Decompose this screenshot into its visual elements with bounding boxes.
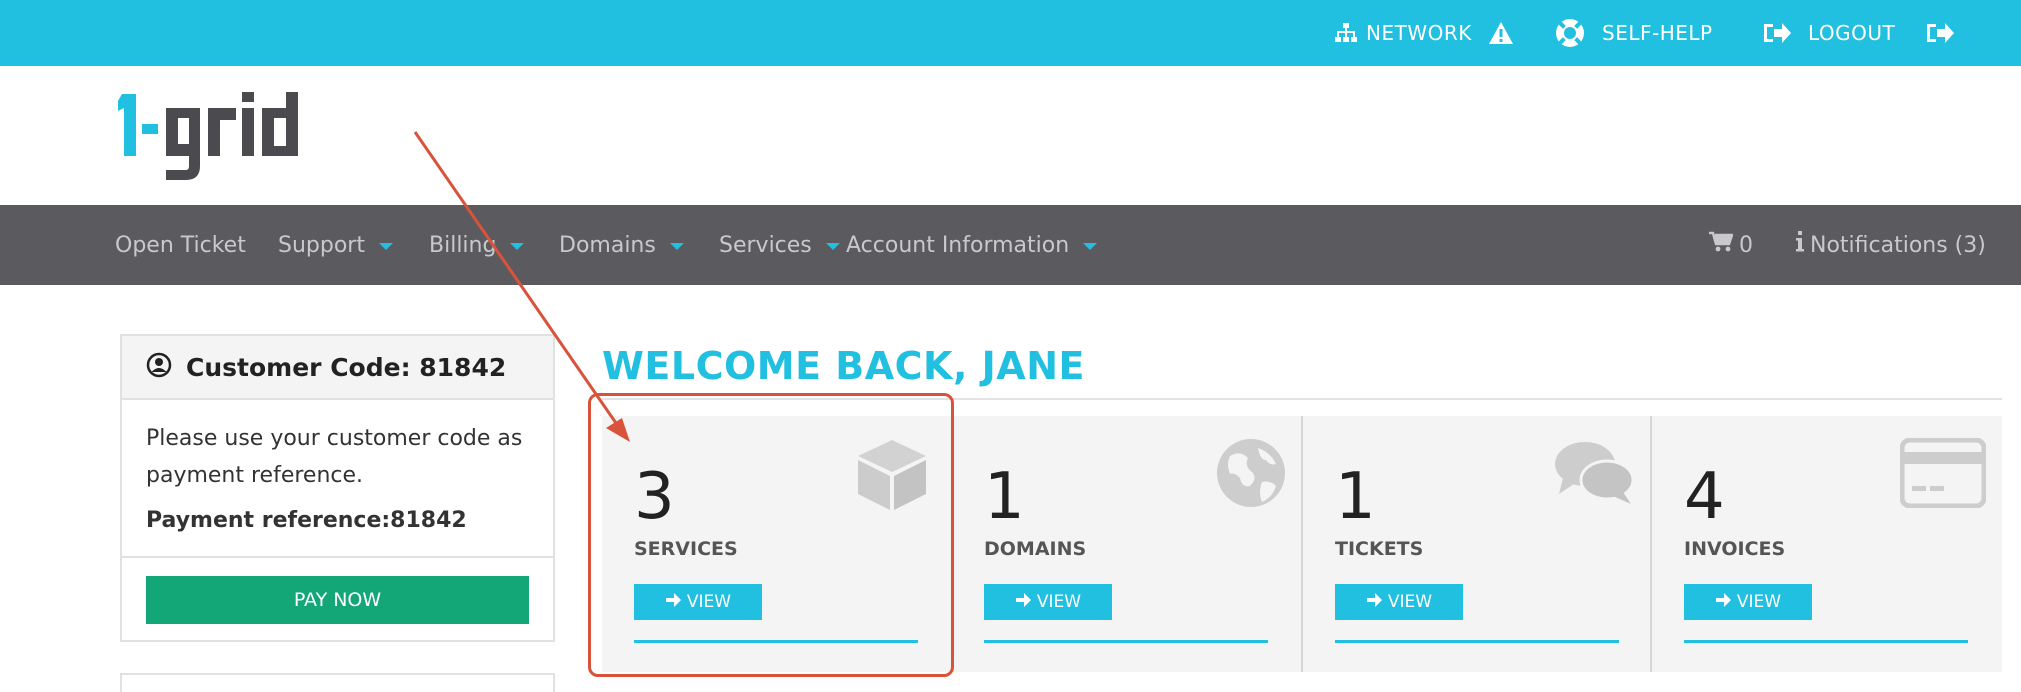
card-underline bbox=[1335, 640, 1619, 643]
nav-label: Support bbox=[278, 232, 365, 258]
view-label: VIEW bbox=[1036, 592, 1082, 612]
invoices-count: 4 bbox=[1684, 460, 1725, 534]
customer-code-header: Customer Code: 81842 bbox=[122, 336, 553, 400]
user-circle-icon bbox=[146, 352, 172, 383]
nav-open-ticket[interactable]: Open Ticket bbox=[115, 205, 246, 285]
pay-now-button[interactable]: PAY NOW bbox=[146, 576, 529, 624]
warning-icon bbox=[1488, 21, 1514, 45]
sign-out-icon bbox=[1925, 21, 1955, 45]
tickets-card[interactable]: 1 TICKETS VIEW bbox=[1303, 416, 1651, 672]
invoices-label: INVOICES bbox=[1684, 538, 1786, 560]
globe-icon bbox=[1216, 438, 1286, 513]
self-help-link[interactable]: SELF-HELP bbox=[1554, 0, 1713, 66]
annotation-highlight-box bbox=[588, 393, 954, 677]
domains-label: DOMAINS bbox=[984, 538, 1087, 560]
nav-label: Domains bbox=[559, 232, 656, 258]
life-ring-icon bbox=[1554, 17, 1586, 49]
nav-cart[interactable]: 0 bbox=[1709, 205, 1753, 285]
tickets-label: TICKETS bbox=[1335, 538, 1424, 560]
card-underline bbox=[984, 640, 1268, 643]
cart-count: 0 bbox=[1739, 232, 1753, 258]
customer-code-title: Customer Code: 81842 bbox=[186, 352, 507, 382]
tickets-count: 1 bbox=[1335, 460, 1376, 534]
nav-notifications[interactable]: Notifications (3) bbox=[1796, 205, 1986, 285]
nav-label: Open Ticket bbox=[115, 232, 246, 258]
caret-down-icon bbox=[378, 243, 393, 250]
arrow-right-icon bbox=[1015, 592, 1037, 613]
brand-logo[interactable] bbox=[116, 84, 356, 194]
nav-support[interactable]: Support bbox=[278, 205, 393, 285]
main-navigation: Open Ticket Support Billing Domains Serv… bbox=[0, 205, 2021, 285]
top-utility-bar: NETWORK SELF-HELP LOGOUT bbox=[0, 0, 2021, 66]
card-underline bbox=[1684, 640, 1968, 643]
customer-code-panel: Customer Code: 81842 Please use your cus… bbox=[120, 334, 555, 642]
payment-reference-note: Please use your customer code as payment… bbox=[146, 426, 523, 488]
caret-down-icon bbox=[1083, 243, 1098, 250]
nav-account-information[interactable]: Account Information bbox=[846, 205, 1098, 285]
shopping-cart-icon bbox=[1709, 231, 1734, 259]
view-domains-button[interactable]: VIEW bbox=[984, 584, 1112, 620]
view-invoices-button[interactable]: VIEW bbox=[1684, 584, 1812, 620]
credit-card-icon bbox=[1899, 437, 1987, 513]
view-tickets-button[interactable]: VIEW bbox=[1335, 584, 1463, 620]
nav-label: Billing bbox=[429, 232, 497, 258]
view-label: VIEW bbox=[1387, 592, 1433, 612]
caret-down-icon bbox=[510, 243, 525, 250]
domains-count: 1 bbox=[984, 460, 1025, 534]
nav-label: Services bbox=[719, 232, 812, 258]
logout-label: LOGOUT bbox=[1808, 21, 1896, 45]
sign-out-icon bbox=[1762, 21, 1792, 45]
welcome-heading: WELCOME BACK, JANE bbox=[602, 344, 1085, 388]
domains-card[interactable]: 1 DOMAINS VIEW bbox=[952, 416, 1302, 672]
nav-label: Account Information bbox=[846, 232, 1070, 258]
info-icon bbox=[1796, 231, 1804, 259]
nav-services[interactable]: Services bbox=[719, 205, 840, 285]
view-label: VIEW bbox=[1736, 592, 1782, 612]
self-help-label: SELF-HELP bbox=[1602, 21, 1713, 45]
payment-reference: Payment reference:81842 bbox=[146, 508, 467, 533]
arrow-right-icon bbox=[1366, 592, 1388, 613]
network-label: NETWORK bbox=[1366, 21, 1472, 45]
caret-down-icon bbox=[825, 243, 840, 250]
notifications-label: Notifications (3) bbox=[1810, 232, 1986, 258]
nav-billing[interactable]: Billing bbox=[429, 205, 525, 285]
invoices-card[interactable]: 4 INVOICES VIEW bbox=[1652, 416, 2002, 672]
caret-down-icon bbox=[669, 243, 684, 250]
arrow-right-icon bbox=[1715, 592, 1737, 613]
sitemap-icon bbox=[1334, 23, 1358, 43]
network-link[interactable]: NETWORK bbox=[1334, 0, 1514, 66]
logout-link[interactable]: LOGOUT bbox=[1762, 0, 1955, 66]
secondary-panel bbox=[120, 673, 555, 692]
customer-code-body: Please use your customer code as payment… bbox=[122, 400, 553, 558]
chat-bubbles-icon bbox=[1553, 440, 1635, 511]
nav-domains[interactable]: Domains bbox=[559, 205, 684, 285]
